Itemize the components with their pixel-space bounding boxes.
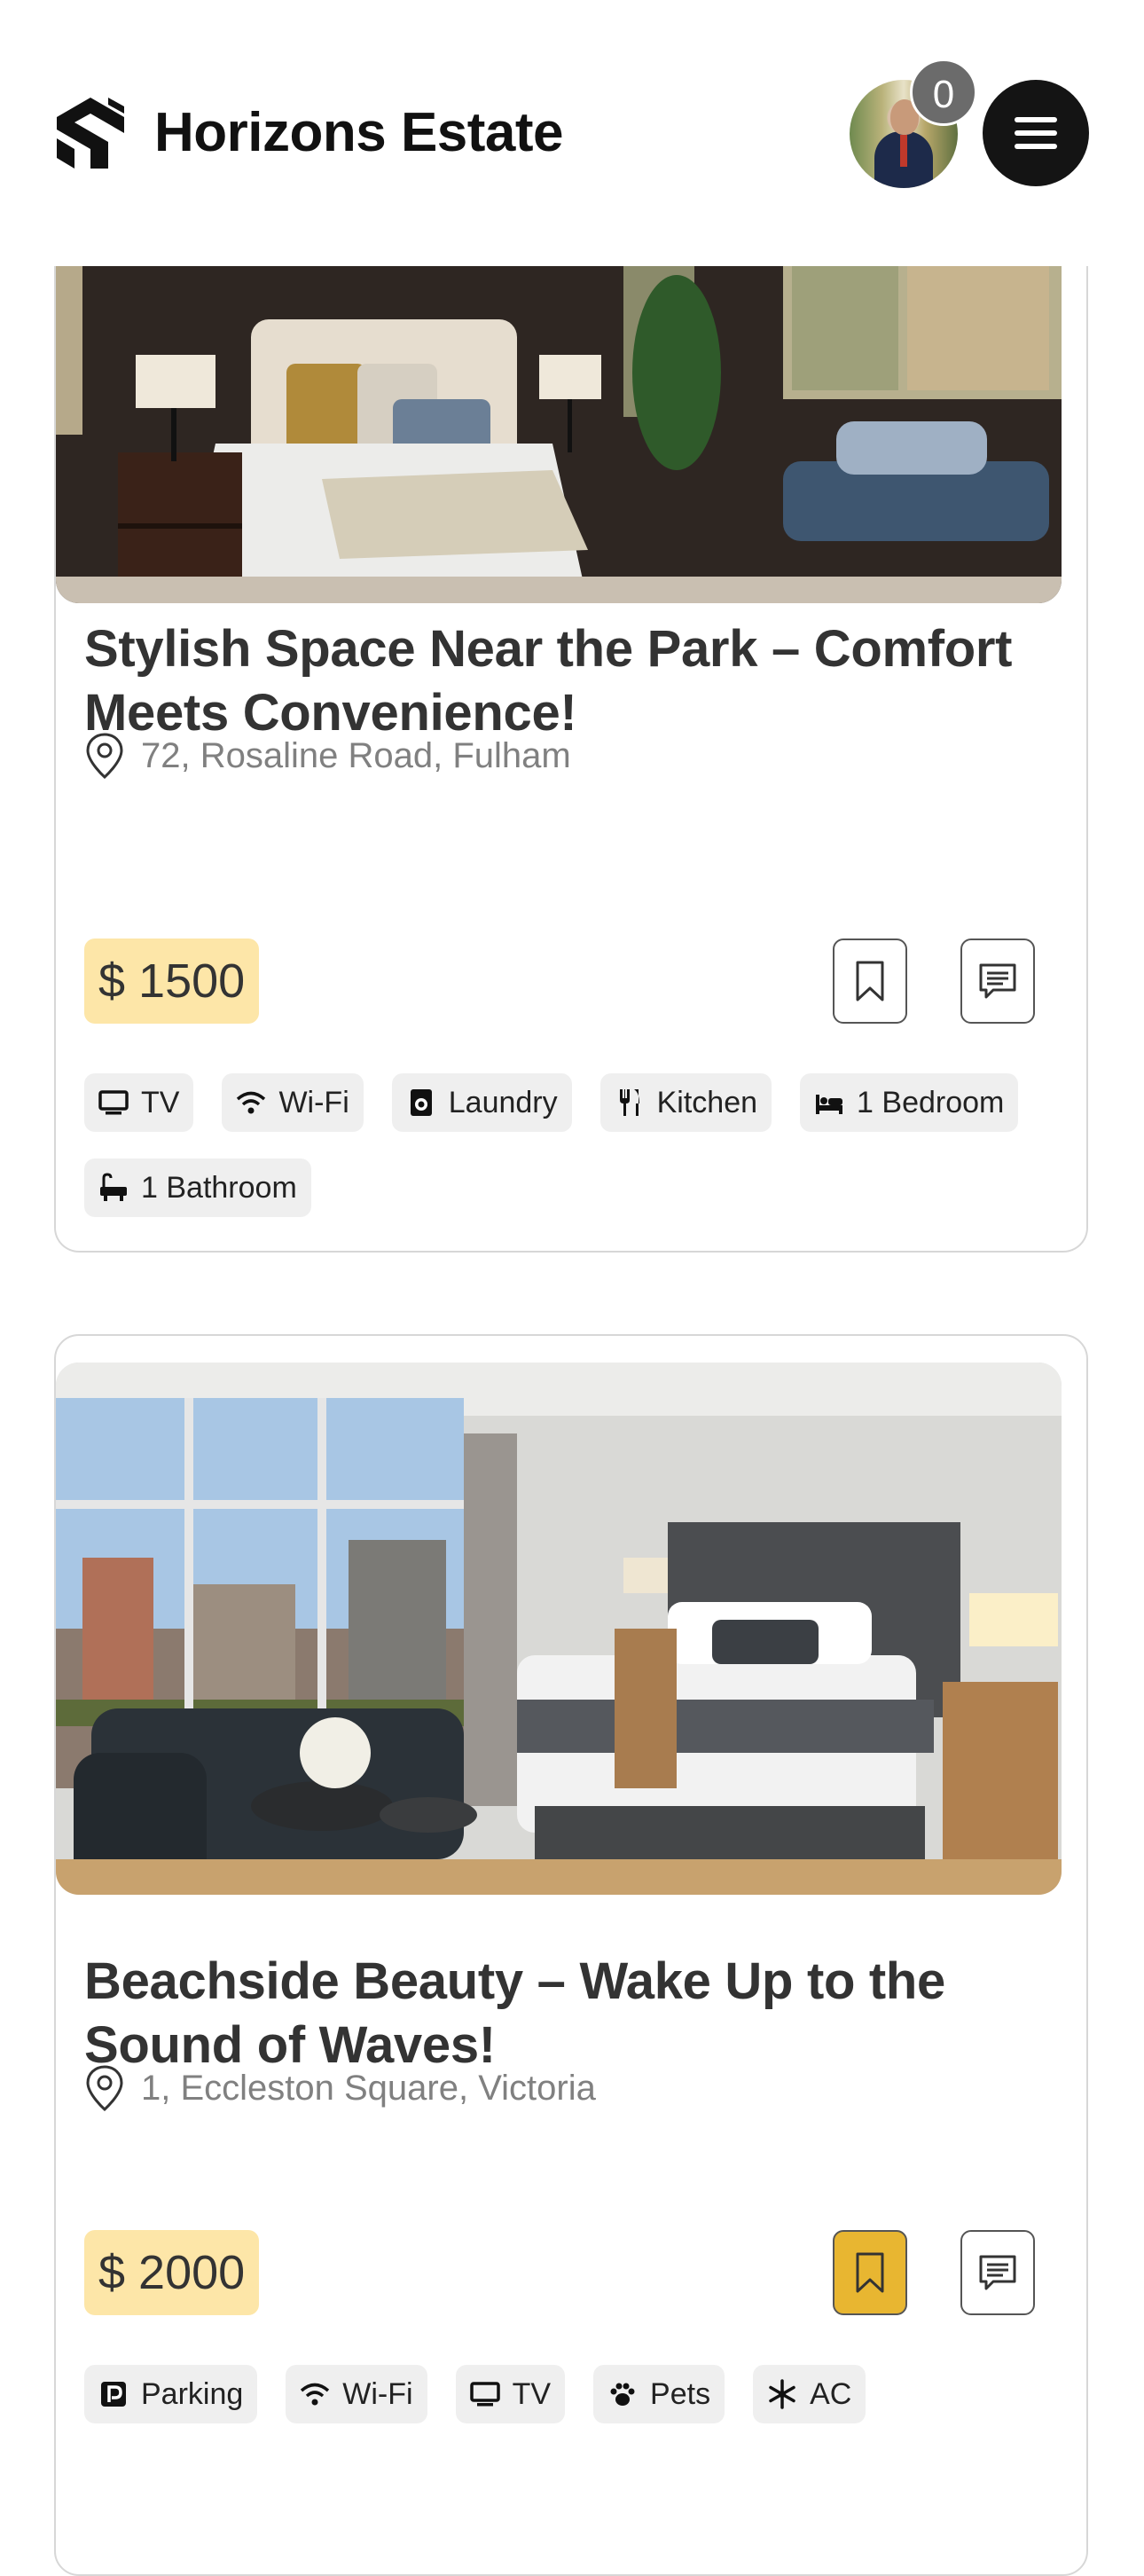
location-text: 1, Eccleston Square, Victoria xyxy=(141,2068,596,2108)
amenity-tag: Wi-Fi xyxy=(222,1073,364,1132)
amenity-list: Parking Wi-Fi TV Pets AC xyxy=(84,2365,1060,2423)
bed-icon xyxy=(816,1095,843,1114)
hamburger-icon xyxy=(1015,117,1057,149)
logo-icon[interactable] xyxy=(51,94,129,172)
amenity-tag: 1 Bedroom xyxy=(800,1073,1019,1132)
notification-badge: 0 xyxy=(910,59,977,126)
message-button[interactable] xyxy=(960,2230,1035,2315)
price-tag: $ 1500 xyxy=(84,939,260,1024)
amenity-list: TV Wi-Fi Laundry Kitchen 1 Bedroom 1 Bat… xyxy=(84,1073,1060,1217)
snowflake-icon xyxy=(769,2379,795,2409)
listing-title[interactable]: Beachside Beauty – Wake Up to the Sound … xyxy=(84,1950,1051,2077)
bath-icon xyxy=(100,1173,127,1201)
chat-icon xyxy=(979,963,1016,999)
amenity-tag: TV xyxy=(84,1073,194,1132)
bookmark-icon xyxy=(856,2252,884,2293)
paw-icon xyxy=(610,2383,635,2406)
app-header: Horizons Estate 0 xyxy=(0,0,1144,266)
amenity-tag: AC xyxy=(753,2365,866,2423)
bookmark-button[interactable] xyxy=(833,939,907,1024)
listing-location: 1, Eccleston Square, Victoria xyxy=(84,2062,596,2115)
bookmark-icon xyxy=(856,961,884,1001)
amenity-tag: Pets xyxy=(593,2365,725,2423)
listing-photo[interactable] xyxy=(56,1363,1062,1895)
amenity-tag: Wi-Fi xyxy=(286,2365,427,2423)
listing-card[interactable]: Stylish Space Near the Park – Comfort Me… xyxy=(54,160,1088,1253)
listing-card[interactable]: Beachside Beauty – Wake Up to the Sound … xyxy=(54,1334,1088,2576)
listing-photo[interactable] xyxy=(56,266,1062,603)
brand-name[interactable]: Horizons Estate xyxy=(154,98,564,169)
amenity-tag: Kitchen xyxy=(599,1073,772,1132)
location-text: 72, Rosaline Road, Fulham xyxy=(141,735,571,775)
amenity-tag: TV xyxy=(455,2365,566,2423)
chat-icon xyxy=(979,2255,1016,2290)
amenity-tag: Laundry xyxy=(391,1073,572,1132)
tv-icon xyxy=(98,1090,129,1115)
listing-location: 72, Rosaline Road, Fulham xyxy=(84,729,571,782)
tv-icon xyxy=(469,2382,500,2407)
amenity-tag: 1 Bathroom xyxy=(84,1158,311,1217)
price-tag: $ 2000 xyxy=(84,2230,260,2315)
listing-title[interactable]: Stylish Space Near the Park – Comfort Me… xyxy=(84,617,1051,745)
laundry-icon xyxy=(410,1089,432,1116)
map-pin-icon xyxy=(86,733,123,780)
parking-icon xyxy=(101,2382,126,2407)
kitchen-icon xyxy=(619,1089,639,1116)
message-button[interactable] xyxy=(960,939,1035,1024)
bookmark-button[interactable] xyxy=(833,2230,907,2315)
wifi-icon xyxy=(301,2383,330,2406)
map-pin-icon xyxy=(86,2065,123,2112)
amenity-tag: Parking xyxy=(84,2365,258,2423)
menu-button[interactable] xyxy=(983,80,1089,186)
wifi-icon xyxy=(237,1091,266,1114)
